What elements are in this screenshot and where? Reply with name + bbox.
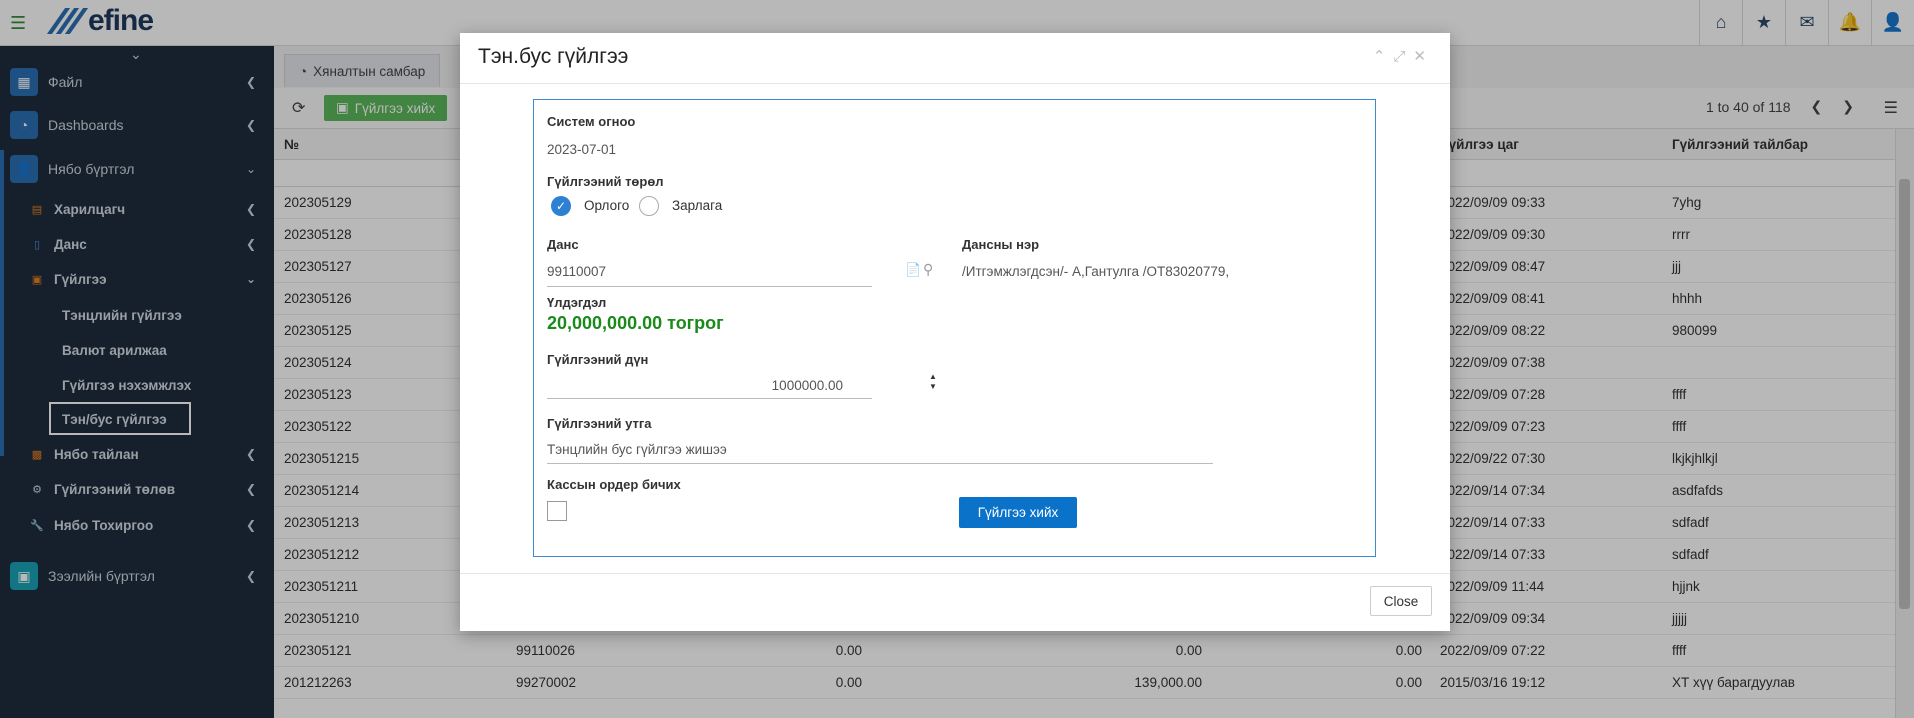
dialog-title: Тэн.бус гүйлгээ [478,45,629,68]
amount-underline [547,398,872,399]
system-date-label: Систем огноо [547,114,636,129]
radio-income[interactable]: ✓ [551,196,571,216]
close-button[interactable]: Close [1370,586,1432,616]
radio-expense-label: Зарлага [672,198,723,213]
purpose-label: Гүйлгээний утга [547,416,652,431]
cash-order-label: Кассын ордер бичих [547,477,681,492]
close-icon[interactable]: ✕ [1413,48,1434,65]
chevron-up-icon[interactable]: ⌃ [1373,48,1394,65]
cash-order-checkbox[interactable] [547,501,567,521]
radio-expense[interactable] [639,196,659,216]
balance-label: Үлдэгдэл [547,295,607,310]
transaction-form: Систем огноо 2023-07-01 Гүйлгээний төрөл… [533,99,1376,557]
off-balance-transaction-dialog: Тэн.бус гүйлгээ ⌃⤢✕ Систем огноо 2023-07… [460,33,1450,631]
balance-value: 20,000,000.00 тогрог [547,313,724,333]
divider [460,573,1450,574]
purpose-input[interactable]: Тэнцлийн бус гүйлгээ жишээ [547,442,727,457]
account-label: Данс [547,237,579,252]
dialog-controls: ⌃⤢✕ [1373,47,1434,65]
divider [460,83,1450,84]
purpose-underline [547,463,1213,464]
document-icon[interactable]: 📄 [905,262,921,278]
system-date-value: 2023-07-01 [547,142,617,157]
amount-input[interactable]: 1000000.00 [547,378,843,393]
account-name-value: /Итгэмжлэгдсэн/- А,Гантулга /ОТ83020779, [962,264,1230,279]
account-input[interactable]: 99110007 [547,264,606,279]
radio-income-label: Орлого [584,198,630,213]
expand-icon[interactable]: ⤢ [1393,48,1413,65]
account-underline [547,286,872,287]
amount-label: Гүйлгээний дүн [547,352,649,367]
account-name-label: Дансны нэр [962,237,1040,252]
number-stepper-icon[interactable]: ▲ ▼ [929,372,937,392]
submit-transaction-button[interactable]: Гүйлгээ хийх [959,497,1077,528]
search-icon[interactable]: ⚲ [923,261,933,278]
tx-type-label: Гүйлгээний төрөл [547,174,664,189]
